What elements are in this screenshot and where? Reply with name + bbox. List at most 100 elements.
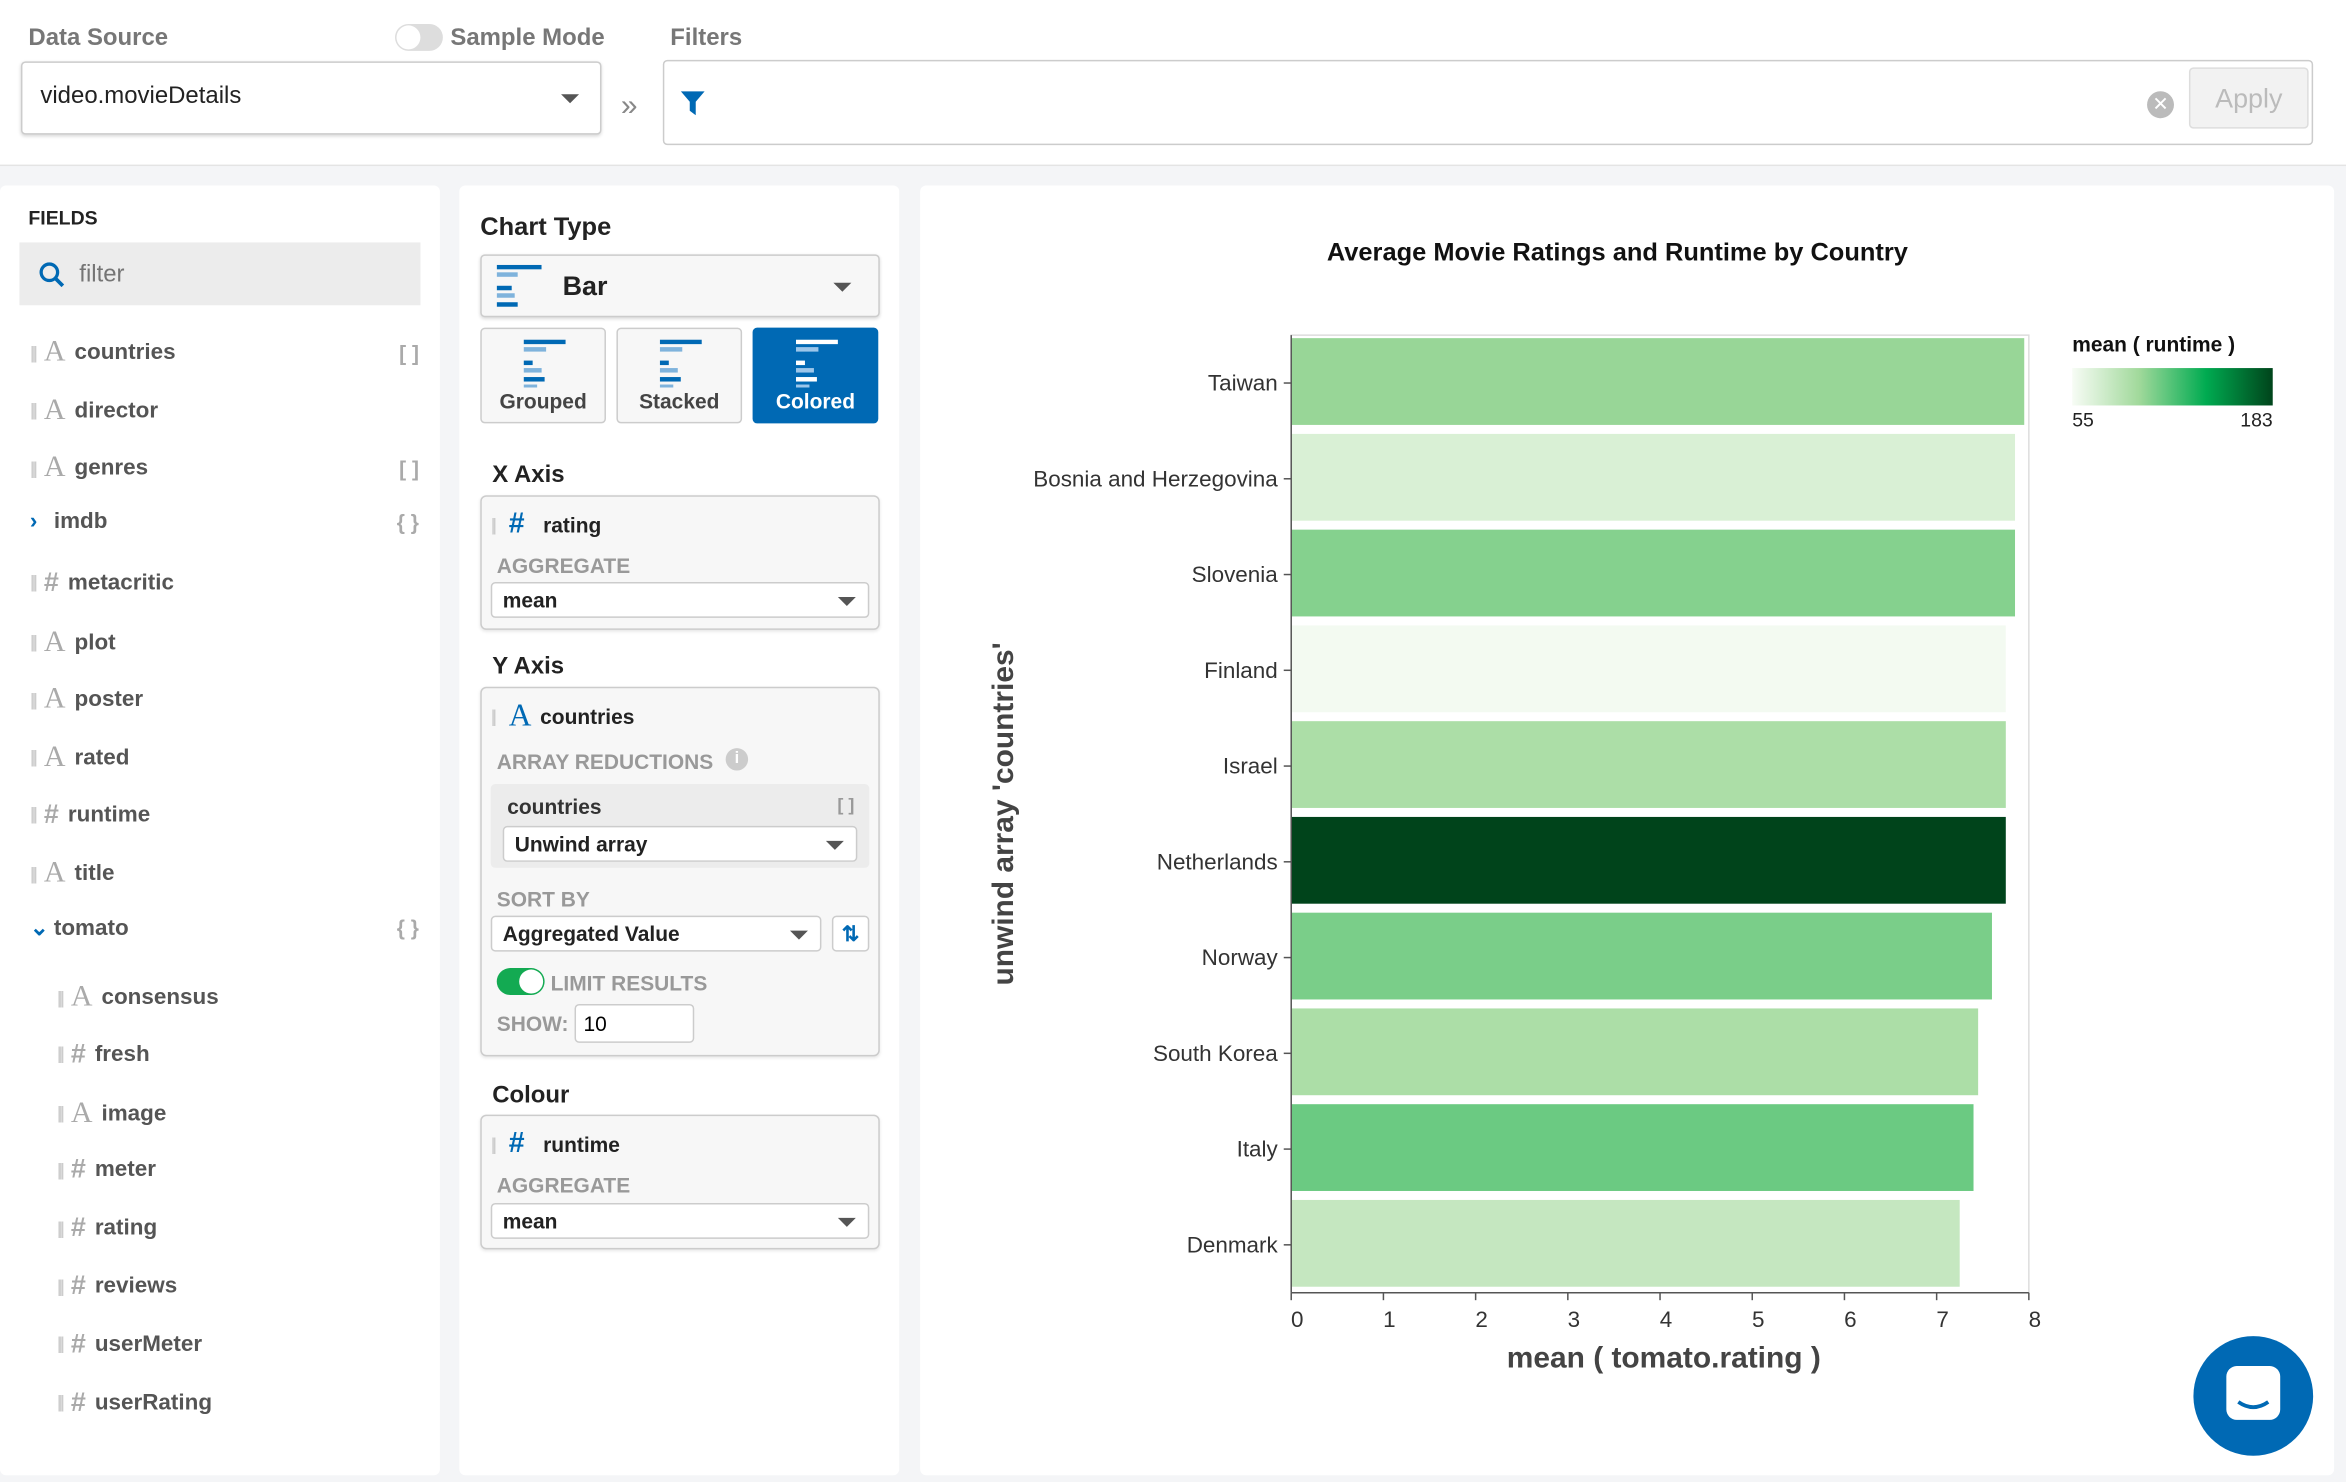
chart-type-select[interactable]: Bar [480,254,880,318]
limit-results-toggle[interactable] [496,968,545,995]
number-type-icon: # [70,1386,86,1417]
number-type-icon: # [70,1154,86,1185]
expand-chevron-icon[interactable]: › [30,509,45,534]
field-name: reviews [94,1273,178,1299]
array-reductions-label: ARRAY REDUCTIONS [496,749,714,774]
field-item-title[interactable]: ||| Atitle [30,856,412,890]
legend-max: 183 [2240,409,2272,431]
field-name: runtime [67,801,151,827]
sample-mode-label: Sample Mode [450,25,605,51]
bar-bosnia-and-herzegovina[interactable] [1291,433,2016,521]
field-item-countries[interactable]: ||| Acountries[ ] [30,335,419,369]
reduction-select[interactable]: Unwind array [502,825,858,862]
field-filter-input[interactable] [76,254,412,297]
bar-chart: Average Movie Ratings and Runtime by Cou… [987,238,2273,1375]
field-item-metacritic[interactable]: ||| # metacritic [30,567,412,598]
grouped-bar-icon [523,339,566,388]
field-item-tomato-rating[interactable]: ||| # rating [57,1212,157,1243]
chart-subtype-grouped[interactable]: Grouped [480,327,606,424]
chevron-down-icon [837,596,856,606]
x-aggregate-label: AGGREGATE [496,553,631,578]
filter-icon [680,91,705,116]
bar-taiwan[interactable] [1291,338,2025,425]
double-chevron-icon[interactable]: » [621,90,638,124]
x-tick-label: 0 [1291,1307,1303,1332]
x-tick-label: 7 [1936,1307,1948,1332]
field-filter[interactable] [19,242,421,306]
x-axis-field[interactable]: rating [543,513,601,537]
field-name: tomato [53,914,129,941]
chat-button[interactable] [2193,1336,2314,1456]
y-axis-title: unwind array 'countries' [987,642,1020,985]
x-aggregate-select[interactable]: mean [490,582,870,618]
chevron-down-icon [833,282,852,292]
bar-italy[interactable] [1291,1104,1974,1191]
field-item-imdb[interactable]: › imdb { } [30,508,419,535]
y-axis-box: || A countries ARRAY REDUCTIONS i countr… [480,686,880,1057]
encoding-panel: Chart Type Bar Grouped Stacked Colored X A… [459,185,900,1476]
field-item-poster[interactable]: ||| Aposter [30,683,412,717]
chat-icon [2226,1366,2281,1420]
string-type-icon: A [43,856,66,890]
bar-slovenia[interactable] [1291,529,2016,617]
colour-field[interactable]: runtime [543,1133,620,1157]
apply-button[interactable]: Apply [2188,67,2309,129]
bar-norway[interactable] [1291,912,1992,1000]
number-type-icon: # [70,1212,86,1243]
string-type-icon: A [43,450,66,484]
chart-subtype-stacked[interactable]: Stacked [616,327,743,424]
array-icon: [ ] [837,794,855,816]
clear-filter-icon[interactable]: ✕ [2147,91,2174,119]
object-icon: { } [396,915,419,940]
info-icon[interactable]: i [725,748,749,771]
x-axis-label: X Axis [492,462,565,488]
field-name: poster [74,687,144,713]
field-item-tomato-fresh[interactable]: ||| # fresh [57,1038,150,1069]
number-type-icon: # [70,1270,86,1301]
sort-order-icon[interactable]: ⇅ [831,915,870,952]
field-item-plot[interactable]: ||| Aplot [30,625,412,659]
top-bar: Data Source Sample Mode video.movieDetai… [0,0,2346,167]
stacked-bar-icon [659,339,702,388]
field-item-tomato-consensus[interactable]: ||| Aconsensus [57,980,219,1014]
bar-south-korea[interactable] [1291,1008,1979,1096]
filter-input[interactable] [724,79,2137,128]
array-reduction-row: countries [ ] Unwind array [490,784,870,868]
field-name: rating [94,1215,158,1241]
y-axis-field[interactable]: countries [540,705,634,729]
field-item-director[interactable]: ||| Adirector [30,393,412,427]
filters-label: Filters [670,25,743,51]
bar-israel[interactable] [1291,721,2006,808]
field-item-tomato[interactable]: ⌄ tomato { } [30,914,419,941]
field-item-runtime[interactable]: ||| # runtime [30,798,412,829]
field-item-tomato-image[interactable]: ||| Aimage [57,1096,166,1130]
sort-by-select[interactable]: Aggregated Value [490,915,822,952]
field-name: plot [74,629,116,655]
x-tick-label: 1 [1383,1307,1395,1332]
number-type-icon: # [43,566,59,597]
field-item-tomato-reviews[interactable]: ||| # reviews [57,1270,177,1301]
sample-mode-toggle[interactable] [394,23,443,51]
bar-finland[interactable] [1291,625,2006,713]
field-item-rated[interactable]: ||| Arated [30,740,412,774]
field-item-tomato-userRating[interactable]: ||| # userRating [57,1386,212,1417]
colour-aggregate-select[interactable]: mean [490,1202,870,1239]
data-source-select[interactable]: video.movieDetails [20,61,602,135]
field-name: fresh [94,1041,150,1067]
field-name: genres [74,455,149,481]
chevron-down-icon [837,1217,856,1227]
field-name: imdb [53,508,108,535]
field-item-tomato-meter[interactable]: ||| # meter [57,1154,156,1185]
x-aggregate-value: mean [502,588,558,612]
array-icon: [ ] [399,340,419,365]
bar-netherlands[interactable] [1291,816,2006,904]
x-tick-label: 3 [1568,1307,1580,1332]
show-limit-input[interactable] [574,1003,695,1043]
filter-box: ✕ Apply [662,59,2314,146]
subtype-label: Grouped [499,389,587,413]
field-item-genres[interactable]: ||| Agenres[ ] [30,450,419,485]
chart-subtype-colored[interactable]: Colored [752,327,879,424]
bar-denmark[interactable] [1291,1199,1960,1287]
expand-chevron-icon[interactable]: ⌄ [30,914,49,941]
field-item-tomato-userMeter[interactable]: ||| # userMeter [57,1328,202,1359]
